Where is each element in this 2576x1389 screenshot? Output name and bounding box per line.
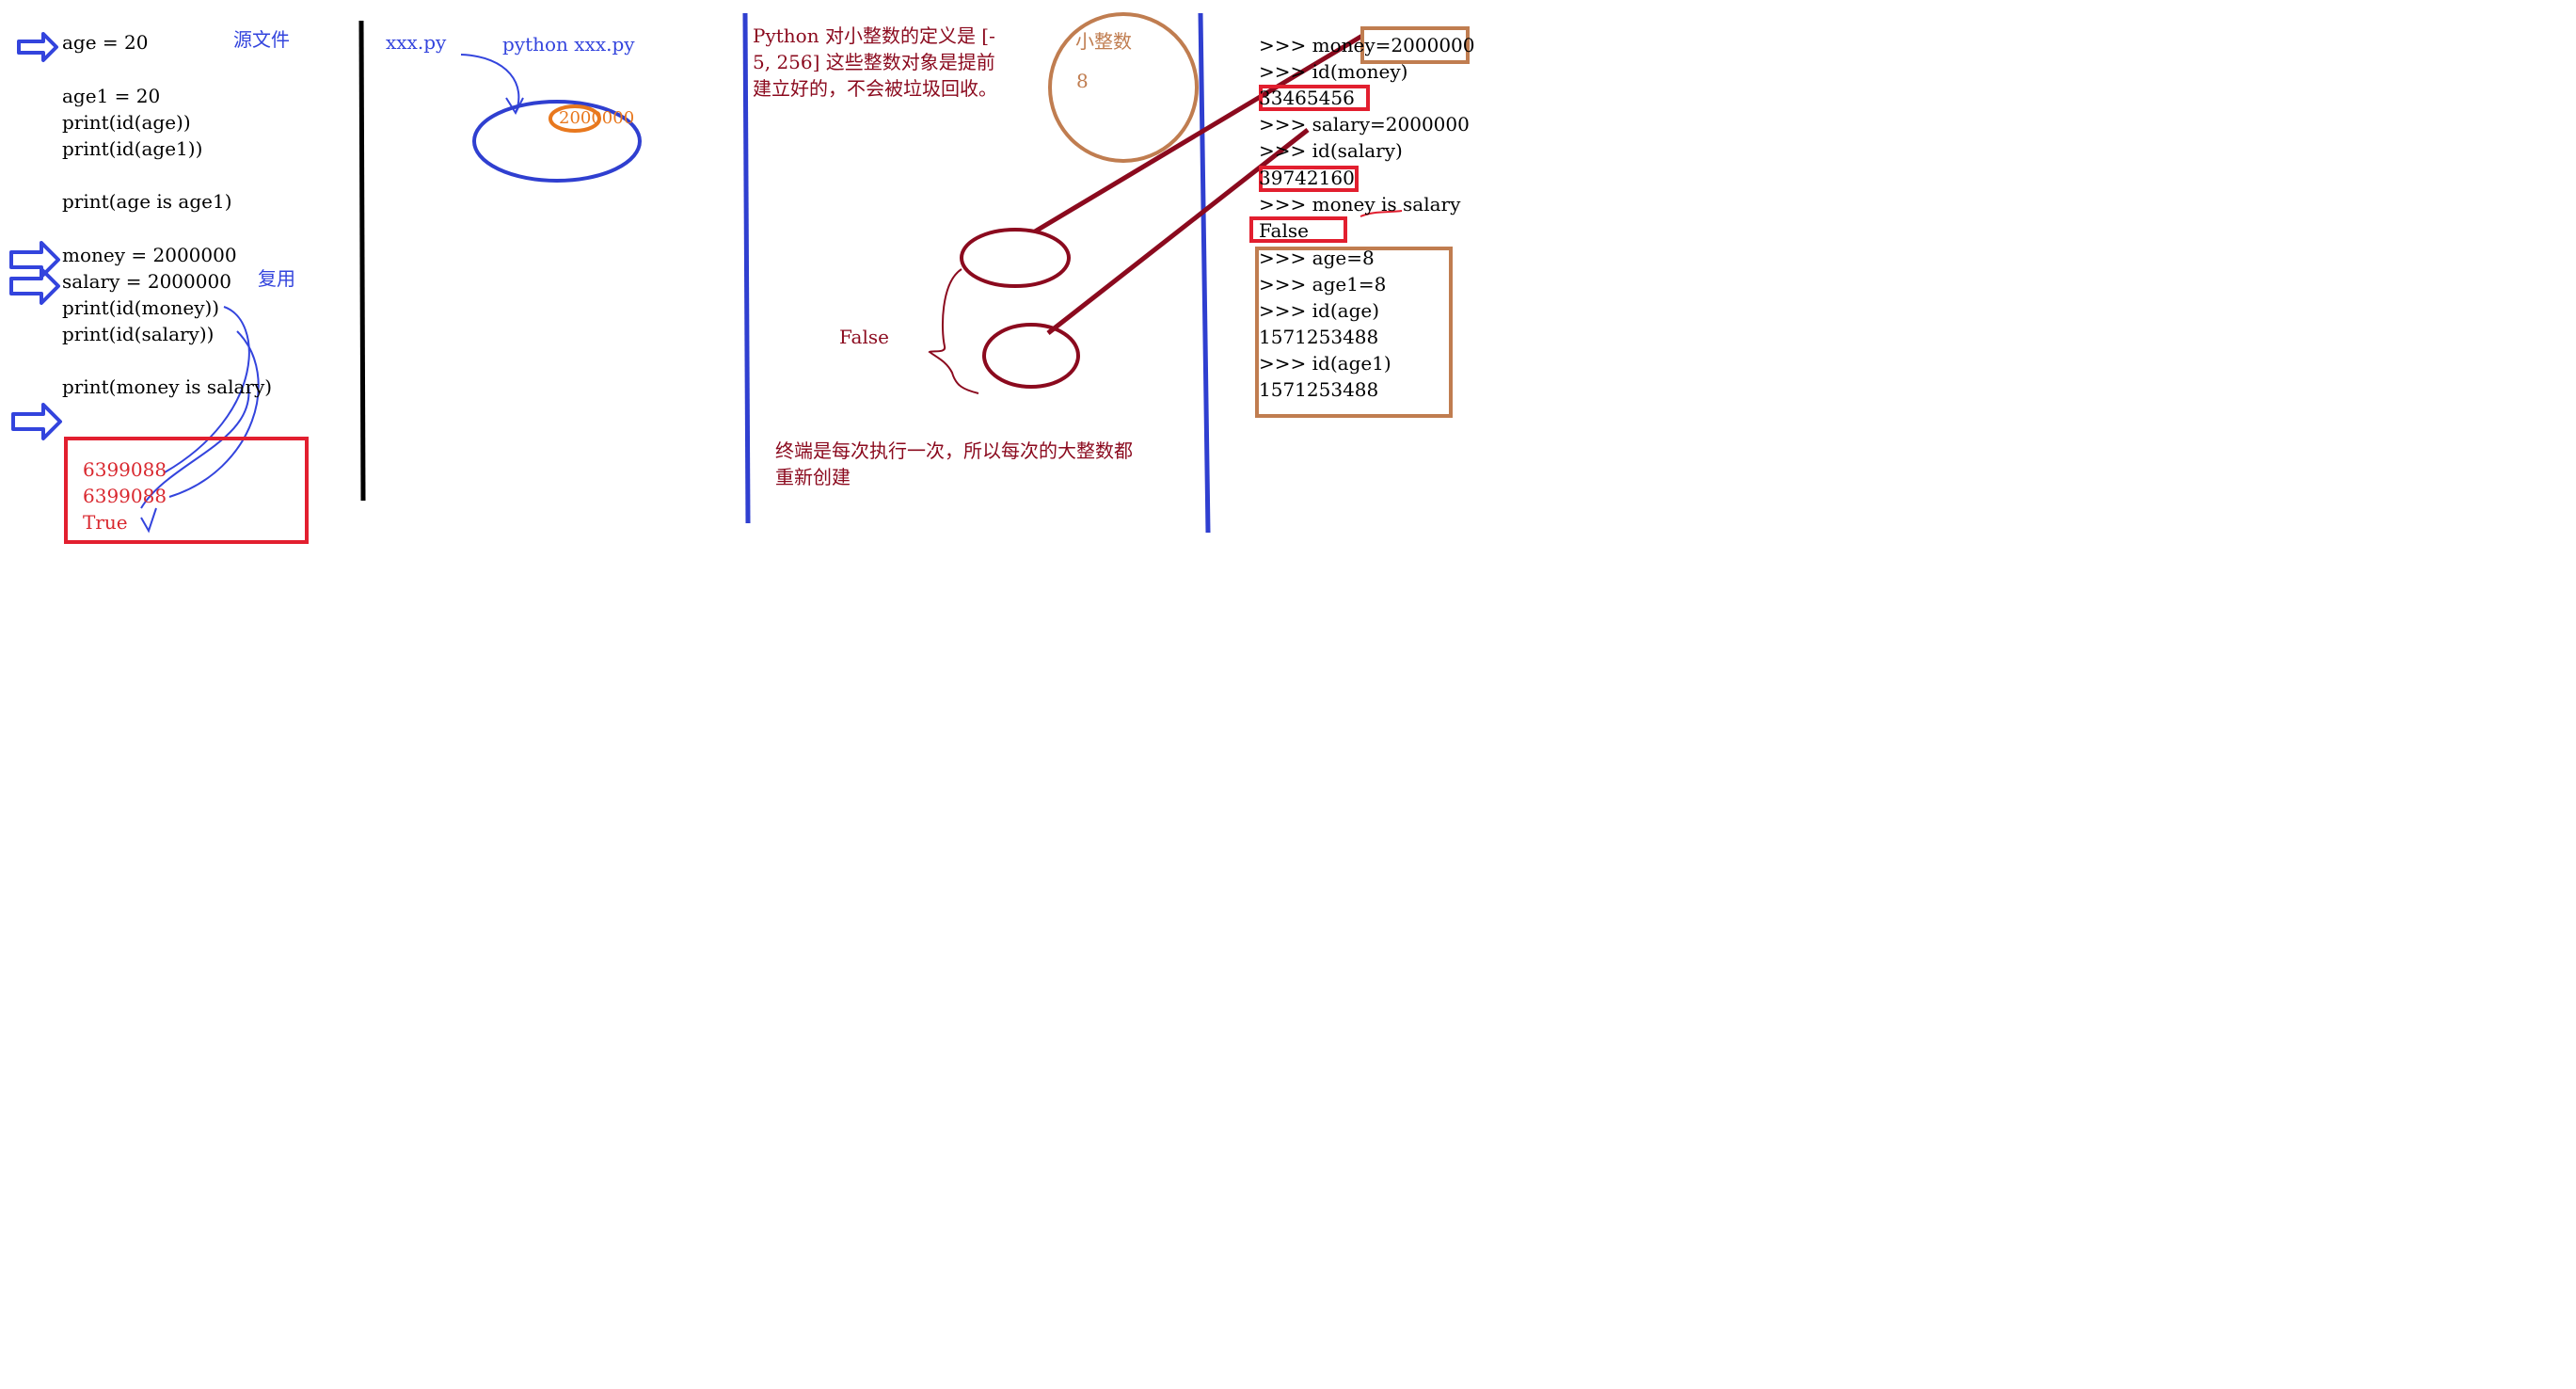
small-int-note: 建立好的，不会被垃圾回收。 [753,77,997,100]
divider-blue-left [742,12,751,524]
terminal-note: 重新创建 [775,466,851,488]
source-file-label: 源文件 [233,28,290,51]
terminal-output: 1571253488 [1259,326,1379,348]
terminal-output: False [1259,219,1309,242]
terminal-line: >>> id(age1) [1259,352,1391,375]
brace-icon [928,268,979,394]
small-int-label: 小整数 [1075,30,1132,53]
terminal-line: >>> age=8 [1259,247,1375,269]
terminal-line: >>> id(salary) [1259,139,1403,162]
arrow-icon [9,241,60,279]
reuse-label: 复用 [258,267,295,290]
terminal-output: 1571253488 [1259,378,1379,401]
output-line: 6399088 [83,485,167,507]
command-label: python xxx.py [502,33,635,56]
terminal-note: 终端是每次执行一次，所以每次的大整数都 [775,439,1133,462]
code-line: print(id(age1)) [62,137,203,160]
file-label: xxx.py [386,31,447,54]
output-line: True [83,511,128,534]
object-ellipse-money [960,228,1071,288]
arrow-icon [11,403,62,440]
code-line: print(id(age)) [62,111,191,134]
divider-blue-right [1198,12,1211,534]
terminal-line: >>> salary=2000000 [1259,113,1470,136]
code-line: print(age is age1) [62,190,232,213]
object-value-label: 2000000 [559,108,635,128]
terminal-line: >>> id(age) [1259,299,1380,322]
small-int-note: Python 对小整数的定义是 [- [753,24,995,47]
check-mark-icon [140,507,157,534]
arrow-icon [9,267,60,305]
divider-black [358,20,366,502]
code-line: print(id(money)) [62,296,220,319]
terminal-output: 33465456 [1259,87,1355,109]
arrow-icon [17,32,58,62]
small-int-note: 5, 256] 这些整数对象是提前 [753,51,995,73]
terminal-line: >>> money=2000000 [1259,34,1475,56]
small-int-value: 8 [1076,70,1089,92]
terminal-line: >>> id(money) [1259,60,1408,83]
whiteboard-canvas: age = 20 源文件 age1 = 20 print(id(age)) pr… [0,0,2576,1389]
code-line: salary = 2000000 [62,270,231,293]
code-line: print(id(salary)) [62,323,215,345]
output-line: 6399088 [83,458,167,481]
terminal-line: >>> age1=8 [1259,273,1387,295]
link-curve [168,330,260,498]
terminal-output: 39742160 [1259,167,1355,189]
code-line: age = 20 [62,31,149,54]
code-line: age1 = 20 [62,85,161,107]
terminal-line: >>> money is salary [1259,193,1461,216]
code-line: print(money is salary) [62,375,273,398]
object-ellipse-salary [982,323,1080,389]
code-line: money = 2000000 [62,244,237,266]
false-label: False [839,326,889,348]
